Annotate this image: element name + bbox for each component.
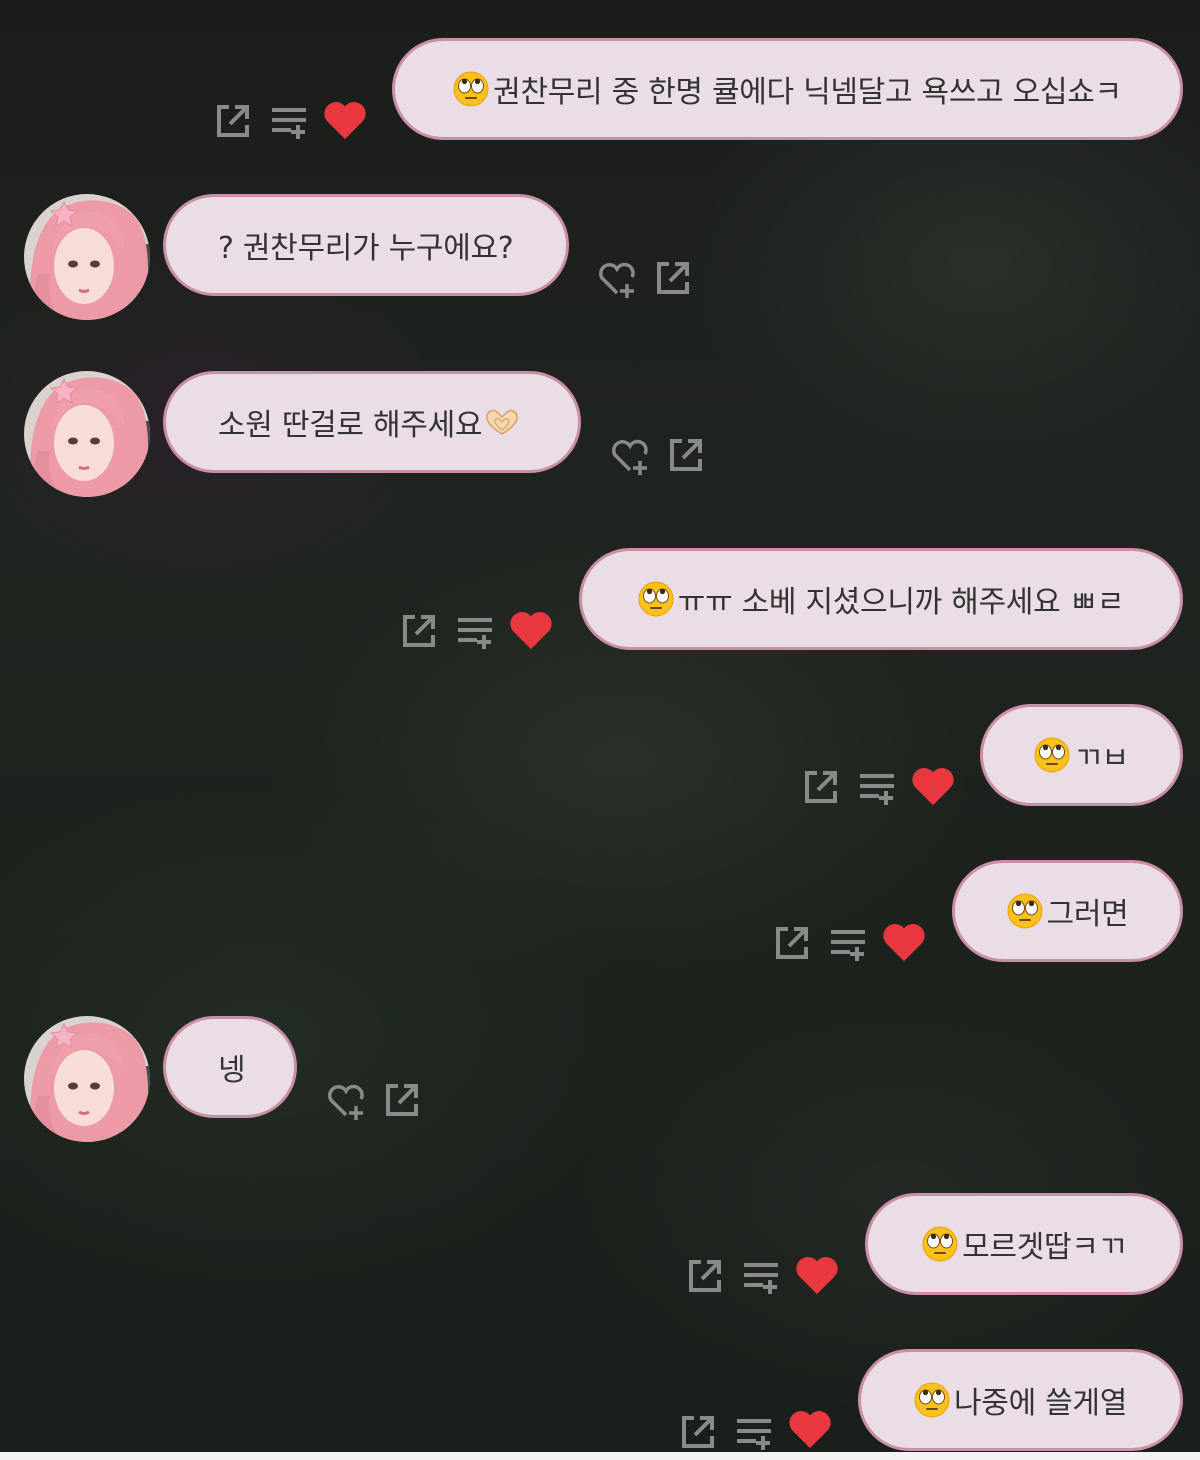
add-to-queue-icon[interactable]: [269, 103, 309, 143]
share-icon[interactable]: [382, 1080, 422, 1120]
message-bubble-mine[interactable]: 권찬무리 중 한명 큘에다 닉넴달고 욕쓰고 오십쇼ㅋ: [392, 38, 1183, 140]
message-bubble-mine[interactable]: 그러면: [952, 860, 1183, 962]
heart-plus-icon[interactable]: [609, 435, 651, 477]
share-icon[interactable]: [399, 611, 439, 651]
add-to-queue-icon[interactable]: [828, 925, 868, 965]
message-bubble-mine[interactable]: ㄲㅂ: [980, 704, 1183, 806]
message-bubble-other[interactable]: 소원 딴걸로 해주세요: [163, 371, 581, 473]
add-to-queue-icon[interactable]: [455, 613, 495, 653]
add-to-queue-icon[interactable]: [857, 769, 897, 809]
message-text: 넹: [218, 1053, 246, 1088]
add-to-queue-icon[interactable]: [734, 1414, 774, 1454]
message-text: 모르겟땁ㅋㄲ: [962, 1230, 1126, 1265]
share-icon[interactable]: [653, 258, 693, 298]
message-bubble-other[interactable]: ? 권찬무리가 누구에요?: [163, 194, 569, 296]
message-bubble-mine[interactable]: 나중에 쓸게열: [858, 1349, 1183, 1451]
rolling-eyes-emoji-icon: [638, 581, 674, 617]
chat-thread: 권찬무리 중 한명 큘에다 닉넴달고 욕쓰고 오십쇼ㅋ ? 권찬무리가 누구에요…: [0, 0, 1200, 1452]
share-icon[interactable]: [213, 101, 253, 141]
heart-filled-icon[interactable]: [910, 765, 956, 807]
add-to-queue-icon[interactable]: [741, 1258, 781, 1298]
heart-filled-icon[interactable]: [881, 921, 927, 963]
share-icon[interactable]: [678, 1412, 718, 1452]
avatar[interactable]: [24, 1016, 150, 1142]
heart-filled-icon[interactable]: [794, 1254, 840, 1296]
message-text: 소원 딴걸로 해주세요: [218, 408, 483, 443]
message-text: ㅠㅠ 소베 지셨으니까 해주세요 ㅃㄹ: [677, 585, 1125, 620]
heart-plus-icon[interactable]: [325, 1080, 367, 1122]
heart-filled-icon[interactable]: [787, 1408, 833, 1450]
share-icon[interactable]: [685, 1256, 725, 1296]
rolling-eyes-emoji-icon: [1034, 737, 1070, 773]
rolling-eyes-emoji-icon: [922, 1226, 958, 1262]
message-bubble-mine[interactable]: 모르겟땁ㅋㄲ: [865, 1193, 1183, 1295]
message-bubble-other[interactable]: 넹: [163, 1016, 297, 1118]
heart-hands-emoji-icon: [484, 408, 520, 436]
heart-plus-icon[interactable]: [596, 258, 638, 300]
bottom-edge: [0, 1452, 1200, 1460]
heart-filled-icon[interactable]: [508, 609, 554, 651]
avatar[interactable]: [24, 194, 150, 320]
message-bubble-mine[interactable]: ㅠㅠ 소베 지셨으니까 해주세요 ㅃㄹ: [579, 548, 1183, 650]
message-text: 그러면: [1046, 897, 1129, 932]
rolling-eyes-emoji-icon: [1007, 893, 1043, 929]
share-icon[interactable]: [772, 923, 812, 963]
message-text: ? 권찬무리가 누구에요?: [218, 231, 514, 266]
share-icon[interactable]: [666, 435, 706, 475]
message-text: 나중에 쓸게열: [953, 1386, 1128, 1421]
avatar[interactable]: [24, 371, 150, 497]
rolling-eyes-emoji-icon: [453, 71, 489, 107]
rolling-eyes-emoji-icon: [914, 1382, 950, 1418]
heart-filled-icon[interactable]: [322, 99, 368, 141]
share-icon[interactable]: [801, 767, 841, 807]
message-text: 권찬무리 중 한명 큘에다 닉넴달고 욕쓰고 오십쇼ㅋ: [493, 75, 1122, 110]
message-text: ㄲㅂ: [1074, 741, 1129, 776]
